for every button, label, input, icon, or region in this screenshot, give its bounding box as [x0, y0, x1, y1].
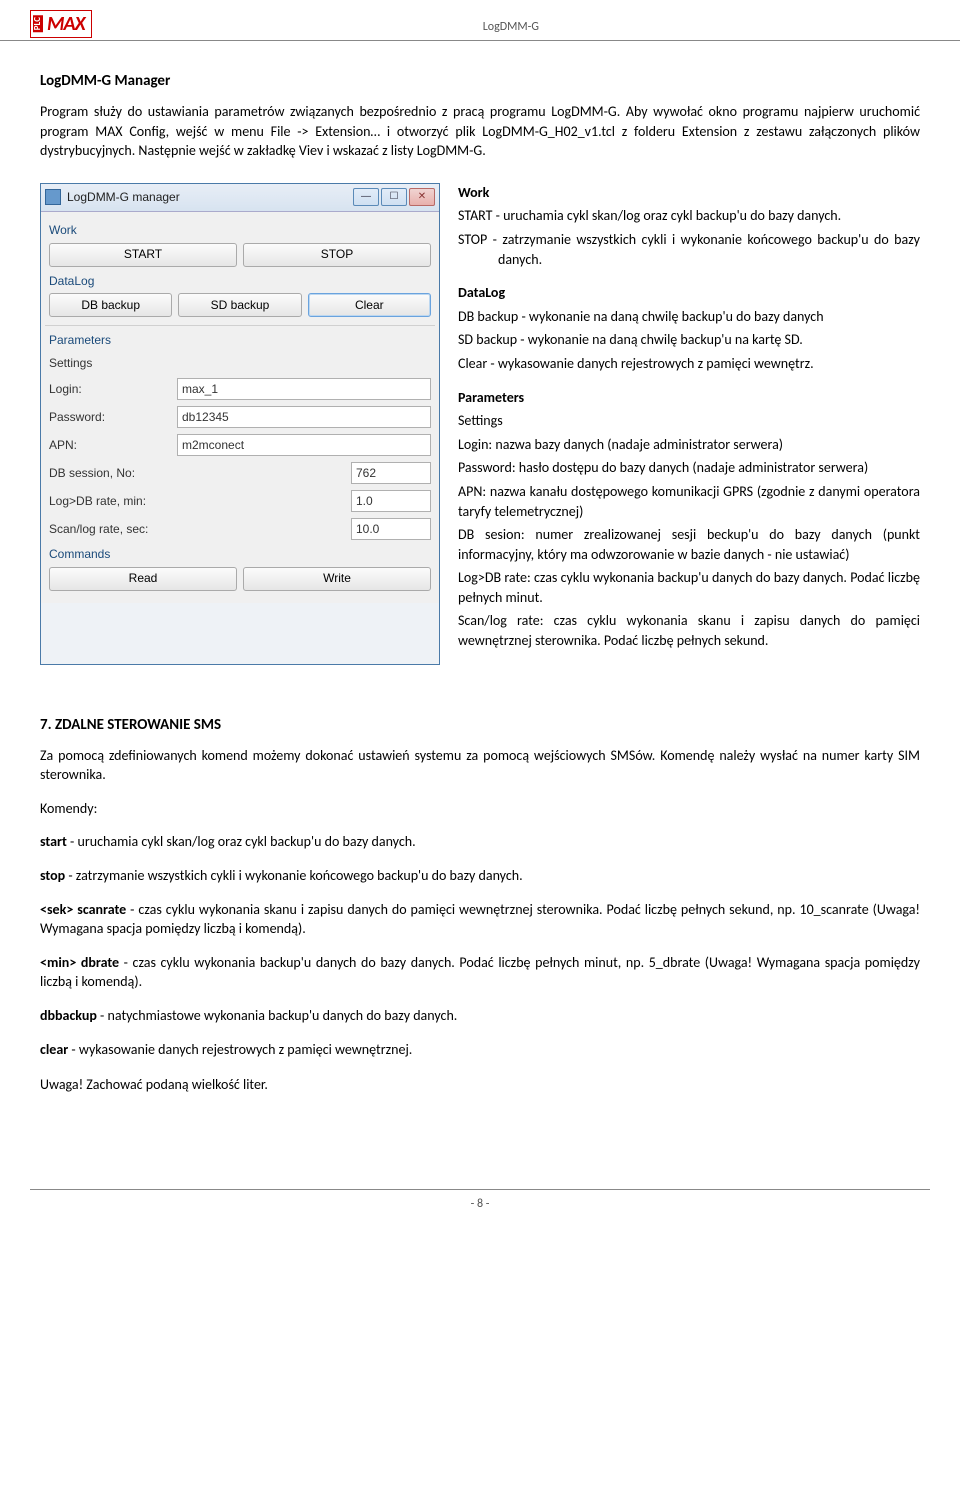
- param-apn: APN: nazwa kanału dostępowego komunikacj…: [458, 482, 920, 521]
- sms-intro: Za pomocą zdefiniowanych komend możemy d…: [40, 746, 920, 785]
- datalog-sd-desc: SD backup - wykonanie na daną chwilę bac…: [458, 330, 920, 350]
- cmd-stop-t: - zatrzymanie wszystkich cykli i wykonan…: [65, 867, 522, 884]
- param-hd: Parameters: [458, 388, 920, 408]
- cmd-clear: clear - wykasowanie danych rejestrowych …: [40, 1040, 920, 1060]
- logdb-label: Log>DB rate, min:: [49, 493, 343, 510]
- cmd-stop-b: stop: [40, 867, 65, 884]
- login-row: Login:: [49, 378, 431, 400]
- sms-title: 7. ZDALNE STEROWANIE SMS: [40, 715, 920, 736]
- content: LogDMM-G Manager Program służy do ustawi…: [0, 41, 960, 1129]
- settings-sub-label: Settings: [49, 355, 431, 372]
- sms-warning: Uwaga! Zachować podaną wielkość liter.: [40, 1075, 920, 1095]
- param-dbs: DB sesion: numer zrealizowanej sesji bec…: [458, 525, 920, 564]
- cmd-scan-b: <sek> scanrate: [40, 901, 126, 918]
- divider: [45, 325, 435, 326]
- minimize-button[interactable]: —: [353, 188, 379, 206]
- password-label: Password:: [49, 409, 169, 426]
- scanlog-row: Scan/log rate, sec:: [49, 518, 431, 540]
- page-header: PLC MAX LogDMM-G: [0, 0, 960, 41]
- cmd-dbb-t: - natychmiastowe wykonania backup'u dany…: [97, 1007, 457, 1024]
- header-title: LogDMM-G: [92, 19, 930, 38]
- work-section-label: Work: [49, 222, 431, 239]
- commands-section-label: Commands: [49, 546, 431, 563]
- cmd-start-b: start: [40, 833, 67, 850]
- cmd-start: start - uruchamia cykl skan/log oraz cyk…: [40, 832, 920, 852]
- cmd-stop: stop - zatrzymanie wszystkich cykli i wy…: [40, 866, 920, 886]
- parameters-section-label: Parameters: [49, 332, 431, 349]
- datalog-db-desc: DB backup - wykonanie na daną chwilę bac…: [458, 307, 920, 327]
- datalog-hd: DataLog: [458, 283, 920, 303]
- cmd-scan-t: - czas cyklu wykonania skanu i zapisu da…: [40, 901, 920, 938]
- password-input[interactable]: [177, 406, 431, 428]
- intro-title: LogDMM-G Manager: [40, 71, 920, 92]
- work-start-desc: START - uruchamia cykl skan/log oraz cyk…: [458, 206, 920, 226]
- page-footer: - 8 -: [30, 1189, 930, 1219]
- param-logdb: Log>DB rate: czas cyklu wykonania backup…: [458, 568, 920, 607]
- work-description: Work START - uruchamia cykl skan/log ora…: [458, 183, 920, 269]
- cmd-clr-b: clear: [40, 1041, 68, 1058]
- parameters-description: Parameters Settings Login: nazwa bazy da…: [458, 388, 920, 651]
- intro-paragraph: Program służy do ustawiania parametrów z…: [40, 102, 920, 161]
- datalog-clear-desc: Clear - wykasowanie danych rejestrowych …: [458, 354, 920, 374]
- password-row: Password:: [49, 406, 431, 428]
- scanlog-input[interactable]: [351, 518, 431, 540]
- work-hd: Work: [458, 183, 920, 203]
- cmd-dbr-t: - czas cyklu wykonania backup'u danych d…: [40, 954, 920, 991]
- param-scan: Scan/log rate: czas cyklu wykonania skan…: [458, 611, 920, 650]
- scanlog-label: Scan/log rate, sec:: [49, 521, 343, 538]
- logdb-row: Log>DB rate, min:: [49, 490, 431, 512]
- two-column-layout: LogDMM-G manager — ☐ ✕ Work START STOP D…: [40, 183, 920, 665]
- apn-input[interactable]: [177, 434, 431, 456]
- sms-section: 7. ZDALNE STEROWANIE SMS Za pomocą zdefi…: [40, 715, 920, 1095]
- window-body: Work START STOP DataLog DB backup SD bac…: [41, 212, 439, 603]
- dbbackup-button[interactable]: DB backup: [49, 293, 172, 317]
- sdbackup-button[interactable]: SD backup: [178, 293, 301, 317]
- work-stop-desc: STOP - zatrzymanie wszystkich cykli i wy…: [458, 230, 920, 269]
- param-settings: Settings: [458, 411, 920, 431]
- param-login: Login: nazwa bazy danych (nadaje adminis…: [458, 435, 920, 455]
- start-button[interactable]: START: [49, 243, 237, 267]
- window-titlebar[interactable]: LogDMM-G manager — ☐ ✕: [41, 184, 439, 212]
- dbsession-input[interactable]: [351, 462, 431, 484]
- write-button[interactable]: Write: [243, 567, 431, 591]
- param-pwd: Password: hasło dostępu do bazy danych (…: [458, 458, 920, 478]
- app-window: LogDMM-G manager — ☐ ✕ Work START STOP D…: [40, 183, 440, 665]
- cmd-dbbackup: dbbackup - natychmiastowe wykonania back…: [40, 1006, 920, 1026]
- cmd-dbr-b: <min> dbrate: [40, 954, 119, 971]
- window-title: LogDMM-G manager: [67, 189, 353, 206]
- close-button[interactable]: ✕: [409, 188, 435, 206]
- datalog-description: DataLog DB backup - wykonanie na daną ch…: [458, 283, 920, 373]
- descriptions-column: Work START - uruchamia cykl skan/log ora…: [458, 183, 920, 665]
- dbsession-label: DB session, No:: [49, 465, 343, 482]
- logo-main-text: MAX: [47, 10, 85, 38]
- apn-row: APN:: [49, 434, 431, 456]
- cmd-dbb-b: dbbackup: [40, 1007, 97, 1024]
- login-input[interactable]: [177, 378, 431, 400]
- apn-label: APN:: [49, 437, 169, 454]
- logo-side-text: PLC: [33, 15, 43, 32]
- cmd-clr-t: - wykasowanie danych rejestrowych z pami…: [68, 1041, 412, 1058]
- stop-button[interactable]: STOP: [243, 243, 431, 267]
- cmd-start-t: - uruchamia cykl skan/log oraz cykl back…: [67, 833, 416, 850]
- app-icon: [45, 189, 61, 205]
- datalog-section-label: DataLog: [49, 273, 431, 290]
- logo: PLC MAX: [30, 10, 92, 38]
- cmd-dbrate: <min> dbrate - czas cyklu wykonania back…: [40, 953, 920, 992]
- read-button[interactable]: Read: [49, 567, 237, 591]
- login-label: Login:: [49, 381, 169, 398]
- logdb-input[interactable]: [351, 490, 431, 512]
- page-number: - 8 -: [471, 1197, 490, 1211]
- maximize-button[interactable]: ☐: [381, 188, 407, 206]
- clear-button[interactable]: Clear: [308, 293, 431, 317]
- komendy-hd: Komendy:: [40, 799, 920, 819]
- cmd-scanrate: <sek> scanrate - czas cyklu wykonania sk…: [40, 900, 920, 939]
- dbsession-row: DB session, No:: [49, 462, 431, 484]
